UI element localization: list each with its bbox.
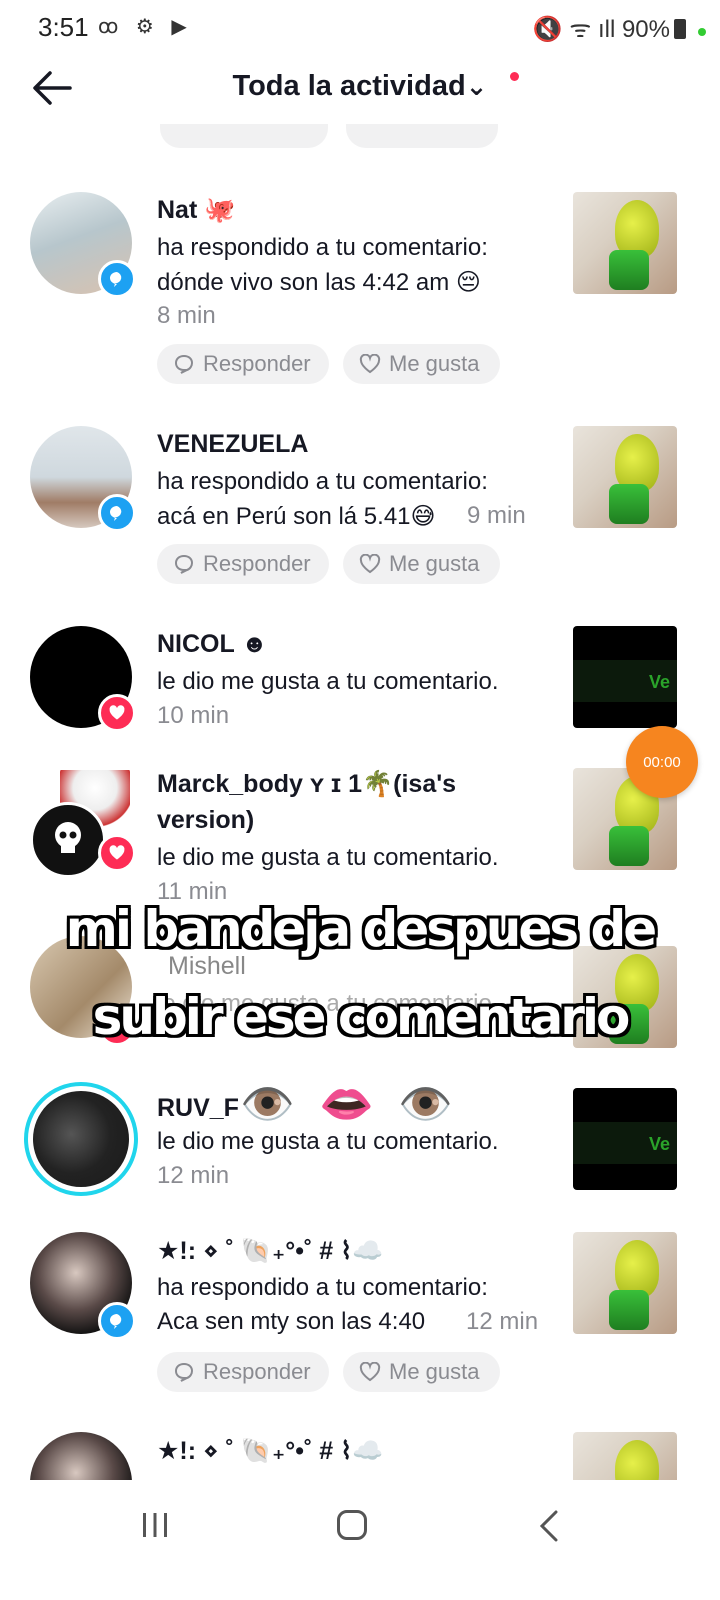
like-label: Me gusta bbox=[389, 1359, 480, 1384]
chevron-down-icon: ⌄ bbox=[465, 71, 488, 101]
timestamp: 12 min bbox=[466, 1308, 539, 1335]
like-badge bbox=[98, 834, 136, 872]
video-thumbnail[interactable] bbox=[573, 426, 677, 528]
status-notification-icons: ꝏ ⚙ ▶ bbox=[98, 16, 193, 38]
heart-icon bbox=[109, 845, 125, 860]
action-text: ha respondido a tu comentario: bbox=[157, 234, 488, 261]
action-text: le dio me gusta a tu comentario. bbox=[157, 1128, 499, 1155]
chat-bubble-icon bbox=[110, 272, 122, 287]
like-button[interactable]: Me gusta bbox=[343, 344, 500, 384]
action-text: le dio me gusta a tu comentario. bbox=[157, 668, 499, 695]
video-thumbnail[interactable] bbox=[573, 1232, 677, 1334]
status-right: 🔇 ᯤ ıll 90% bbox=[533, 12, 686, 45]
video-thumbnail[interactable]: Ve bbox=[573, 1088, 677, 1190]
like-button[interactable]: Me gusta bbox=[343, 544, 500, 584]
battery-percent: 90% bbox=[621, 16, 670, 43]
avatar[interactable] bbox=[30, 802, 106, 878]
like-label: Me gusta bbox=[389, 351, 480, 376]
video-thumbnail[interactable]: Ve bbox=[573, 626, 677, 728]
username[interactable]: NICOL ☻ bbox=[157, 630, 268, 659]
comment-text: acá en Perú son lá 5.41😅 bbox=[157, 503, 436, 530]
thumbnail-text: Ve bbox=[649, 1134, 671, 1154]
reply-button[interactable]: Responder bbox=[157, 544, 329, 584]
chat-bubble-icon bbox=[110, 506, 122, 521]
list-item[interactable]: Nat 🐙 ha respondido a tu comentario: dón… bbox=[0, 192, 720, 392]
status-bar: 3:51 ꝏ ⚙ ▶ 🔇 ᯤ ıll 90% bbox=[0, 0, 720, 52]
reply-button[interactable]: Responder bbox=[157, 344, 329, 384]
timestamp: 9 min bbox=[467, 502, 526, 529]
comment-text: dónde vivo son las 4:42 am 😔 bbox=[157, 269, 481, 296]
battery-icon bbox=[674, 19, 686, 39]
username[interactable]: Nat 🐙 bbox=[157, 196, 235, 225]
timestamp: 8 min bbox=[157, 302, 216, 329]
status-time: 3:51 bbox=[38, 12, 89, 42]
timestamp: 12 min bbox=[157, 1162, 230, 1189]
caption-line-1: mi bandeja despues de bbox=[65, 900, 657, 958]
recent-apps-icon[interactable] bbox=[140, 1512, 170, 1538]
avatar bbox=[33, 1091, 129, 1187]
signal-icons: 🔇 ᯤ ıll bbox=[532, 16, 616, 43]
chat-bubble-icon bbox=[174, 1362, 194, 1382]
action-text: ha respondido a tu comentario: bbox=[157, 1274, 488, 1301]
chat-bubble-icon bbox=[110, 1314, 122, 1329]
reply-label: Responder bbox=[203, 351, 311, 376]
reply-label: Responder bbox=[203, 551, 311, 576]
reply-badge bbox=[98, 260, 136, 298]
cut-off-like-button[interactable] bbox=[346, 124, 498, 148]
heart-icon bbox=[109, 705, 125, 720]
chat-bubble-icon bbox=[174, 354, 194, 374]
username[interactable]: ★!: ⋄ ˚ 🐚₊°•˚ # ⌇☁️ bbox=[157, 1236, 383, 1266]
list-item[interactable]: ★!: ⋄ ˚ 🐚₊°•˚ # ⌇☁️ ha respondido a tu c… bbox=[0, 1232, 720, 1432]
list-item[interactable]: VENEZUELA ha respondido a tu comentario:… bbox=[0, 426, 720, 606]
list-item[interactable]: Marck_body ʏ ɪ 1🌴(isa's version) le dio … bbox=[0, 768, 720, 905]
chat-bubble-icon bbox=[174, 554, 194, 574]
action-text: le dio me gusta a tu comentario. bbox=[157, 844, 499, 871]
username[interactable]: VENEZUELA bbox=[157, 430, 308, 459]
heart-outline-icon bbox=[359, 354, 381, 374]
comment-text: Aca sen mty son las 4:40 bbox=[157, 1308, 426, 1335]
home-icon[interactable] bbox=[337, 1510, 367, 1540]
caption-line-2: subir ese comentario bbox=[92, 988, 631, 1046]
header: Toda la actividad⌄ bbox=[0, 52, 720, 124]
recording-timer-button[interactable]: 00:00 bbox=[626, 726, 698, 798]
avatar-story-ring[interactable] bbox=[24, 1082, 138, 1196]
cut-off-reply-button[interactable] bbox=[160, 124, 328, 148]
video-thumbnail[interactable] bbox=[573, 1432, 677, 1480]
emoji-overlay: 👁️ 👄 👁️ bbox=[240, 1080, 459, 1129]
list-item[interactable]: ★!: ⋄ ˚ 🐚₊°•˚ # ⌇☁️ bbox=[0, 1432, 720, 1480]
username[interactable]: Marck_body ʏ ɪ 1🌴(isa's bbox=[157, 770, 456, 799]
username-continued[interactable]: version) bbox=[157, 806, 254, 835]
reply-button[interactable]: Responder bbox=[157, 1352, 329, 1392]
activity-filter-dropdown[interactable]: Toda la actividad⌄ bbox=[0, 70, 720, 103]
activity-list[interactable]: Nat 🐙 ha respondido a tu comentario: dón… bbox=[0, 124, 720, 1480]
reply-label: Responder bbox=[203, 1359, 311, 1384]
system-nav-bar bbox=[0, 1480, 720, 1600]
like-badge bbox=[98, 694, 136, 732]
like-button[interactable]: Me gusta bbox=[343, 1352, 500, 1392]
reply-badge bbox=[98, 494, 136, 532]
timestamp: 10 min bbox=[157, 702, 230, 729]
username[interactable]: ★!: ⋄ ˚ 🐚₊°•˚ # ⌇☁️ bbox=[157, 1436, 383, 1466]
heart-outline-icon bbox=[359, 1362, 381, 1382]
back-icon[interactable] bbox=[538, 1510, 560, 1542]
skull-icon bbox=[55, 822, 81, 853]
avatar[interactable] bbox=[30, 1432, 132, 1480]
reply-badge bbox=[98, 1302, 136, 1340]
new-indicator-dot bbox=[510, 72, 519, 81]
username[interactable]: RUV_F bbox=[157, 1094, 239, 1123]
video-thumbnail[interactable] bbox=[573, 192, 677, 294]
list-item[interactable]: RUV_F 👁️ 👄 👁️ le dio me gusta a tu comen… bbox=[0, 1080, 720, 1206]
thumbnail-text: Ve bbox=[649, 672, 671, 692]
heart-outline-icon bbox=[359, 554, 381, 574]
like-label: Me gusta bbox=[389, 551, 480, 576]
privacy-dot bbox=[698, 28, 706, 36]
action-text: ha respondido a tu comentario: bbox=[157, 468, 488, 495]
page-title: Toda la actividad bbox=[232, 70, 466, 102]
list-item[interactable]: NICOL ☻ le dio me gusta a tu comentario.… bbox=[0, 626, 720, 736]
